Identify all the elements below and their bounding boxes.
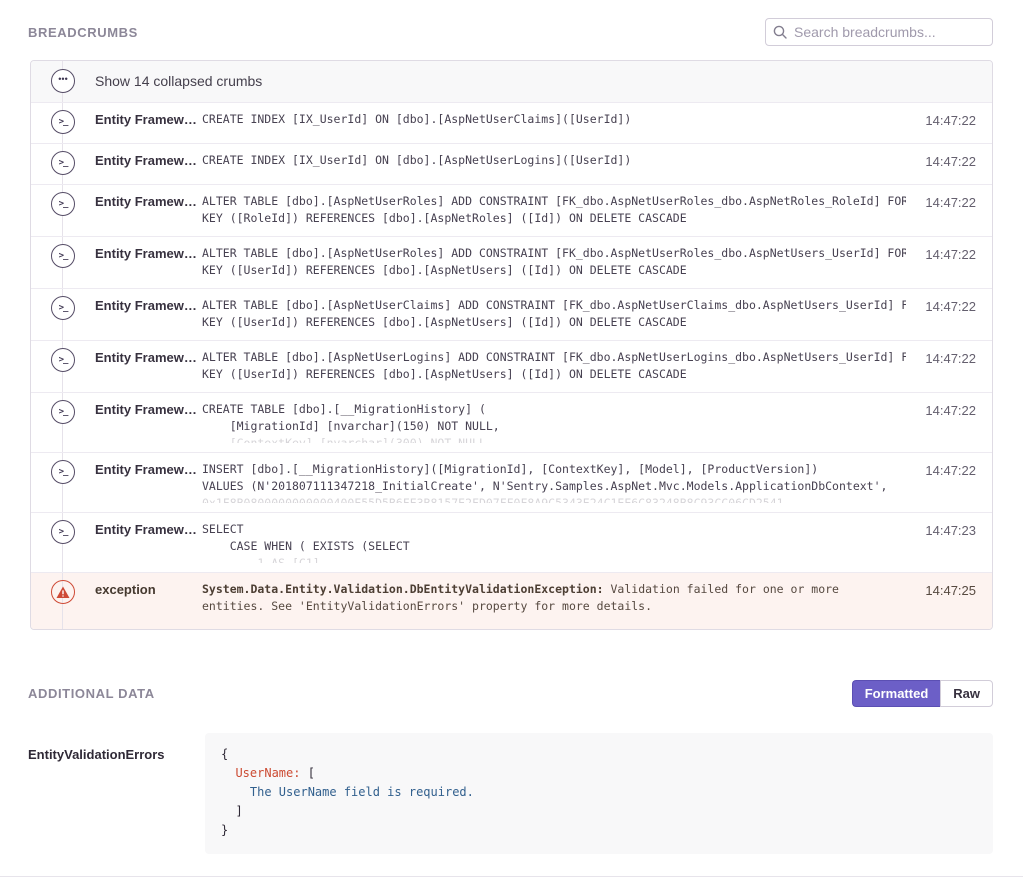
breadcrumb-timestamp: 14:47:22	[906, 245, 992, 262]
breadcrumb-row: >_ Entity Framew… ALTER TABLE [dbo].[Asp…	[31, 340, 992, 392]
breadcrumb-category: Entity Framew…	[95, 297, 202, 313]
terminal-icon: >_	[51, 460, 75, 484]
terminal-icon: >_	[51, 400, 75, 424]
breadcrumb-row: >_ Entity Framew… INSERT [dbo].[__Migrat…	[31, 452, 992, 512]
json-line: UserName: [	[221, 764, 977, 783]
collapsed-crumbs-label: Show 14 collapsed crumbs	[95, 73, 262, 89]
breadcrumb-message: CREATE TABLE [dbo].[__MigrationHistory] …	[202, 401, 906, 443]
breadcrumb-timestamp: 14:47:23	[906, 521, 992, 538]
breadcrumb-category: Entity Framew…	[95, 521, 202, 537]
entry-key: EntityValidationErrors	[28, 733, 205, 762]
breadcrumb-category: Entity Framew…	[95, 193, 202, 209]
breadcrumbs-search	[765, 18, 993, 46]
breadcrumb-message: System.Data.Entity.Validation.DbEntityVa…	[202, 581, 906, 615]
breadcrumb-message: CREATE INDEX [IX_UserId] ON [dbo].[AspNe…	[202, 152, 906, 169]
breadcrumb-row: >_ Entity Framew… ALTER TABLE [dbo].[Asp…	[31, 236, 992, 288]
additional-data-header: ADDITIONAL DATA Formatted Raw	[28, 680, 993, 707]
breadcrumb-message: ALTER TABLE [dbo].[AspNetUserRoles] ADD …	[202, 245, 906, 279]
breadcrumb-timestamp: 14:47:22	[906, 193, 992, 210]
entry-value-code-block: { UserName: [ The UserName field is requ…	[205, 733, 993, 854]
terminal-icon: >_	[51, 244, 75, 268]
breadcrumb-category: Entity Framew…	[95, 349, 202, 365]
formatted-button[interactable]: Formatted	[852, 680, 941, 707]
format-toggle: Formatted Raw	[852, 680, 993, 707]
breadcrumb-row: >_ Entity Framew… CREATE INDEX [IX_UserI…	[31, 143, 992, 184]
breadcrumb-timestamp: 14:47:22	[906, 401, 992, 418]
faded-truncated-line: 0x1F8B0800000000000400E55D5B6FE3B8157E2F…	[202, 495, 906, 503]
breadcrumb-message: ALTER TABLE [dbo].[AspNetUserRoles] ADD …	[202, 193, 906, 227]
terminal-icon: >_	[51, 151, 75, 175]
breadcrumb-row: >_ Entity Framew… ALTER TABLE [dbo].[Asp…	[31, 184, 992, 236]
breadcrumb-category: Entity Framew…	[95, 245, 202, 261]
breadcrumb-row: >_ Entity Framew… SELECT CASE WHEN ( EXI…	[31, 512, 992, 572]
breadcrumb-category: Entity Framew…	[95, 152, 202, 168]
breadcrumb-category: exception	[95, 581, 202, 597]
breadcrumb-message: CREATE INDEX [IX_UserId] ON [dbo].[AspNe…	[202, 111, 906, 128]
ellipsis-icon: •••	[51, 69, 75, 93]
additional-data-title: ADDITIONAL DATA	[28, 686, 155, 701]
terminal-icon: >_	[51, 110, 75, 134]
show-collapsed-crumbs-row[interactable]: ••• Show 14 collapsed crumbs	[31, 61, 992, 102]
breadcrumb-timestamp: 14:47:22	[906, 297, 992, 314]
faded-truncated-line: [ContextKey] [nvarchar](300) NOT NULL,	[202, 435, 906, 443]
json-line: The UserName field is required.	[221, 783, 977, 802]
additional-data-entry: EntityValidationErrors { UserName: [ The…	[28, 733, 993, 854]
breadcrumb-category: Entity Framew…	[95, 401, 202, 417]
terminal-icon: >_	[51, 348, 75, 372]
breadcrumb-message: INSERT [dbo].[__MigrationHistory]([Migra…	[202, 461, 906, 503]
search-input[interactable]	[765, 18, 993, 46]
breadcrumb-timestamp: 14:47:22	[906, 111, 992, 128]
breadcrumb-row: >_ Entity Framew… ALTER TABLE [dbo].[Asp…	[31, 288, 992, 340]
breadcrumbs-title: BREADCRUMBS	[28, 25, 138, 40]
breadcrumb-row-exception: exception System.Data.Entity.Validation.…	[31, 572, 992, 629]
breadcrumb-row: >_ Entity Framew… CREATE TABLE [dbo].[__…	[31, 392, 992, 452]
error-warning-icon	[51, 580, 75, 604]
breadcrumb-timestamp: 14:47:25	[906, 581, 992, 598]
breadcrumb-category: Entity Framew…	[95, 461, 202, 477]
json-line: {	[221, 745, 977, 764]
breadcrumb-category: Entity Framew…	[95, 111, 202, 127]
json-line: }	[221, 821, 977, 840]
breadcrumb-timestamp: 14:47:22	[906, 461, 992, 478]
breadcrumb-timestamp: 14:47:22	[906, 349, 992, 366]
terminal-icon: >_	[51, 192, 75, 216]
breadcrumb-row: >_ Entity Framew… CREATE INDEX [IX_UserI…	[31, 102, 992, 143]
breadcrumb-message: SELECT CASE WHEN ( EXISTS (SELECT 1 AS […	[202, 521, 906, 563]
breadcrumb-timestamp: 14:47:22	[906, 152, 992, 169]
json-line: ]	[221, 802, 977, 821]
exception-type: System.Data.Entity.Validation.DbEntityVa…	[202, 582, 604, 596]
search-icon	[773, 25, 787, 39]
faded-truncated-line: 1 AS [C1]	[202, 555, 906, 563]
terminal-icon: >_	[51, 296, 75, 320]
breadcrumbs-panel: ••• Show 14 collapsed crumbs >_ Entity F…	[30, 60, 993, 630]
breadcrumb-message: ALTER TABLE [dbo].[AspNetUserClaims] ADD…	[202, 297, 906, 331]
terminal-icon: >_	[51, 520, 75, 544]
raw-button[interactable]: Raw	[940, 680, 993, 707]
breadcrumb-message: ALTER TABLE [dbo].[AspNetUserLogins] ADD…	[202, 349, 906, 383]
breadcrumbs-header: BREADCRUMBS	[28, 18, 993, 46]
